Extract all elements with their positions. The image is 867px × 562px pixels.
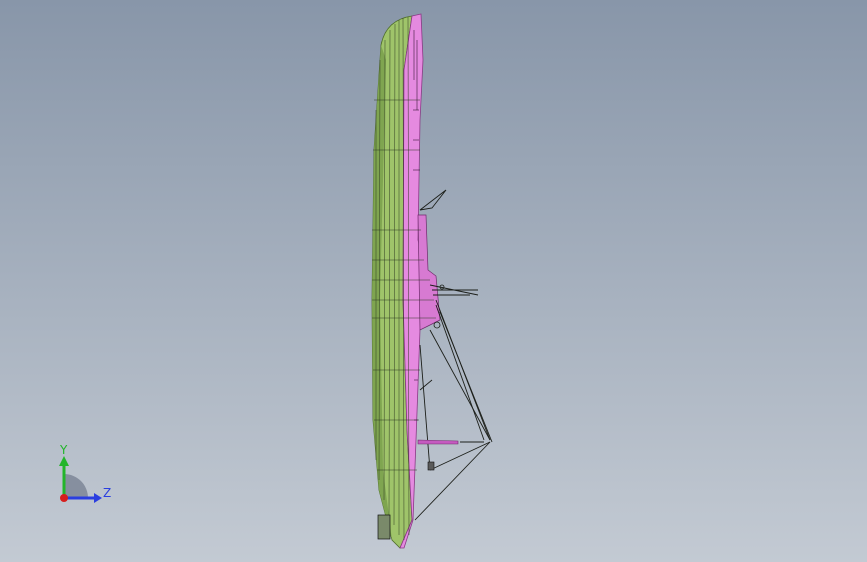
triad-z-label: Z [103,486,112,500]
coordinate-triad: Y Z [50,440,120,510]
triad-z-arrowhead [94,493,102,503]
triad-y-arrowhead [59,456,69,466]
deck-equipment [427,461,435,471]
ship-model[interactable] [371,13,493,549]
mast-fitting [433,321,441,329]
bow-detail [377,514,391,540]
triad-y-label: Y [60,443,68,457]
graphics-viewport[interactable] [0,0,867,562]
triad-quadrant [64,474,88,498]
triad-x-axis-dot [60,494,68,502]
superstructure-block [417,214,441,331]
crane-boom [417,439,459,445]
